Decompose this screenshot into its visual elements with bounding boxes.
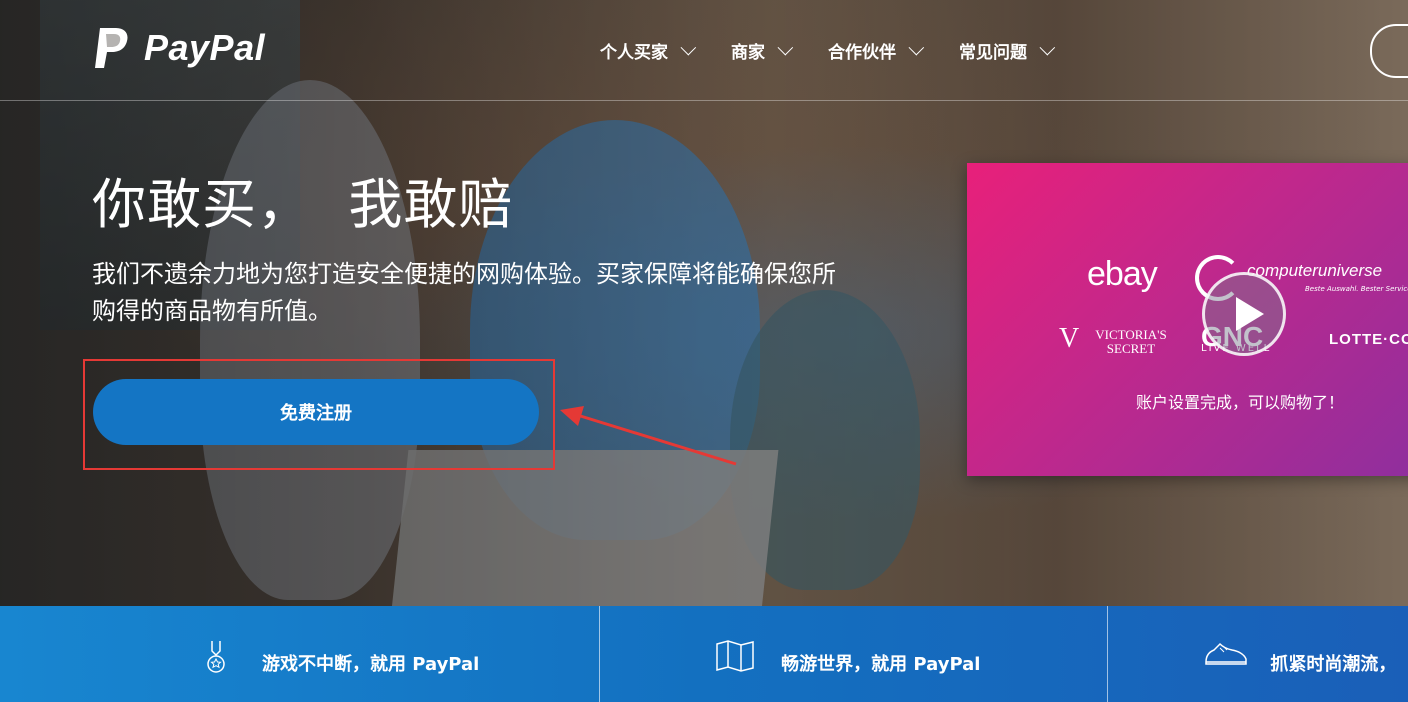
nav-item-label: 商家 xyxy=(731,43,765,63)
nav-item-personal[interactable]: 个人买家 xyxy=(600,38,697,63)
video-caption: 账户设置完成，可以购物了！ xyxy=(1135,393,1344,412)
computeruniverse-tagline: Beste Auswahl. Bester Service. xyxy=(1305,285,1408,293)
nav-item-label: 个人买家 xyxy=(600,43,668,63)
victorias-secret-mark-icon: V xyxy=(1059,323,1080,354)
header-divider xyxy=(0,100,1408,101)
chevron-down-icon xyxy=(680,39,697,56)
feature-gaming[interactable]: 游戏不中断，就用 PayPal xyxy=(0,606,599,702)
paypal-wordmark: PayPal xyxy=(144,27,266,68)
feature-label: 游戏不中断，就用 PayPal xyxy=(262,654,480,675)
paypal-logo[interactable]: PayPal xyxy=(92,26,265,70)
feature-fashion[interactable]: 抓紧时尚潮流， xyxy=(1107,606,1408,702)
hero-headline: 你敢买， 我敢赔 xyxy=(92,173,514,236)
hero-subtext: 我们不遗余力地为您打造安全便捷的网购体验。买家保障将能确保您所购得的商品物有所值… xyxy=(92,260,836,325)
lotte-logo: LOTTE·CO xyxy=(1329,331,1408,348)
computeruniverse-logo: computeruniverse xyxy=(1247,261,1383,280)
nav-item-faq[interactable]: 常见问题 xyxy=(959,38,1056,63)
chevron-down-icon xyxy=(1039,39,1056,56)
features-bar: 游戏不中断，就用 PayPal 畅游世界，就用 PayPal 抓紧时尚潮流， xyxy=(0,606,1408,702)
map-icon xyxy=(716,640,754,672)
nav-item-label: 常见问题 xyxy=(959,43,1027,63)
victorias-secret-logo: VICTORIA'S SECRET xyxy=(1095,327,1167,356)
main-nav: 个人买家 商家 合作伙伴 常见问题 xyxy=(600,38,1090,63)
medal-icon xyxy=(207,641,225,673)
promo-video-card[interactable]: ebay computeruniverse Beste Auswahl. Bes… xyxy=(967,163,1408,476)
nav-item-business[interactable]: 商家 xyxy=(731,38,794,63)
feature-travel[interactable]: 畅游世界，就用 PayPal xyxy=(599,606,1107,702)
paypal-mark-icon xyxy=(95,28,128,68)
play-button-icon[interactable] xyxy=(1202,272,1286,356)
feature-label: 畅游世界，就用 PayPal xyxy=(781,654,981,675)
sneaker-icon xyxy=(1205,642,1248,665)
annotation-arrow-icon xyxy=(560,406,737,466)
ebay-logo: ebay xyxy=(1087,255,1158,293)
chevron-down-icon xyxy=(908,39,925,56)
chevron-down-icon xyxy=(777,39,794,56)
nav-item-label: 合作伙伴 xyxy=(828,43,896,63)
nav-item-partners[interactable]: 合作伙伴 xyxy=(828,38,925,63)
highlight-box xyxy=(83,359,555,470)
feature-label: 抓紧时尚潮流， xyxy=(1270,654,1397,675)
